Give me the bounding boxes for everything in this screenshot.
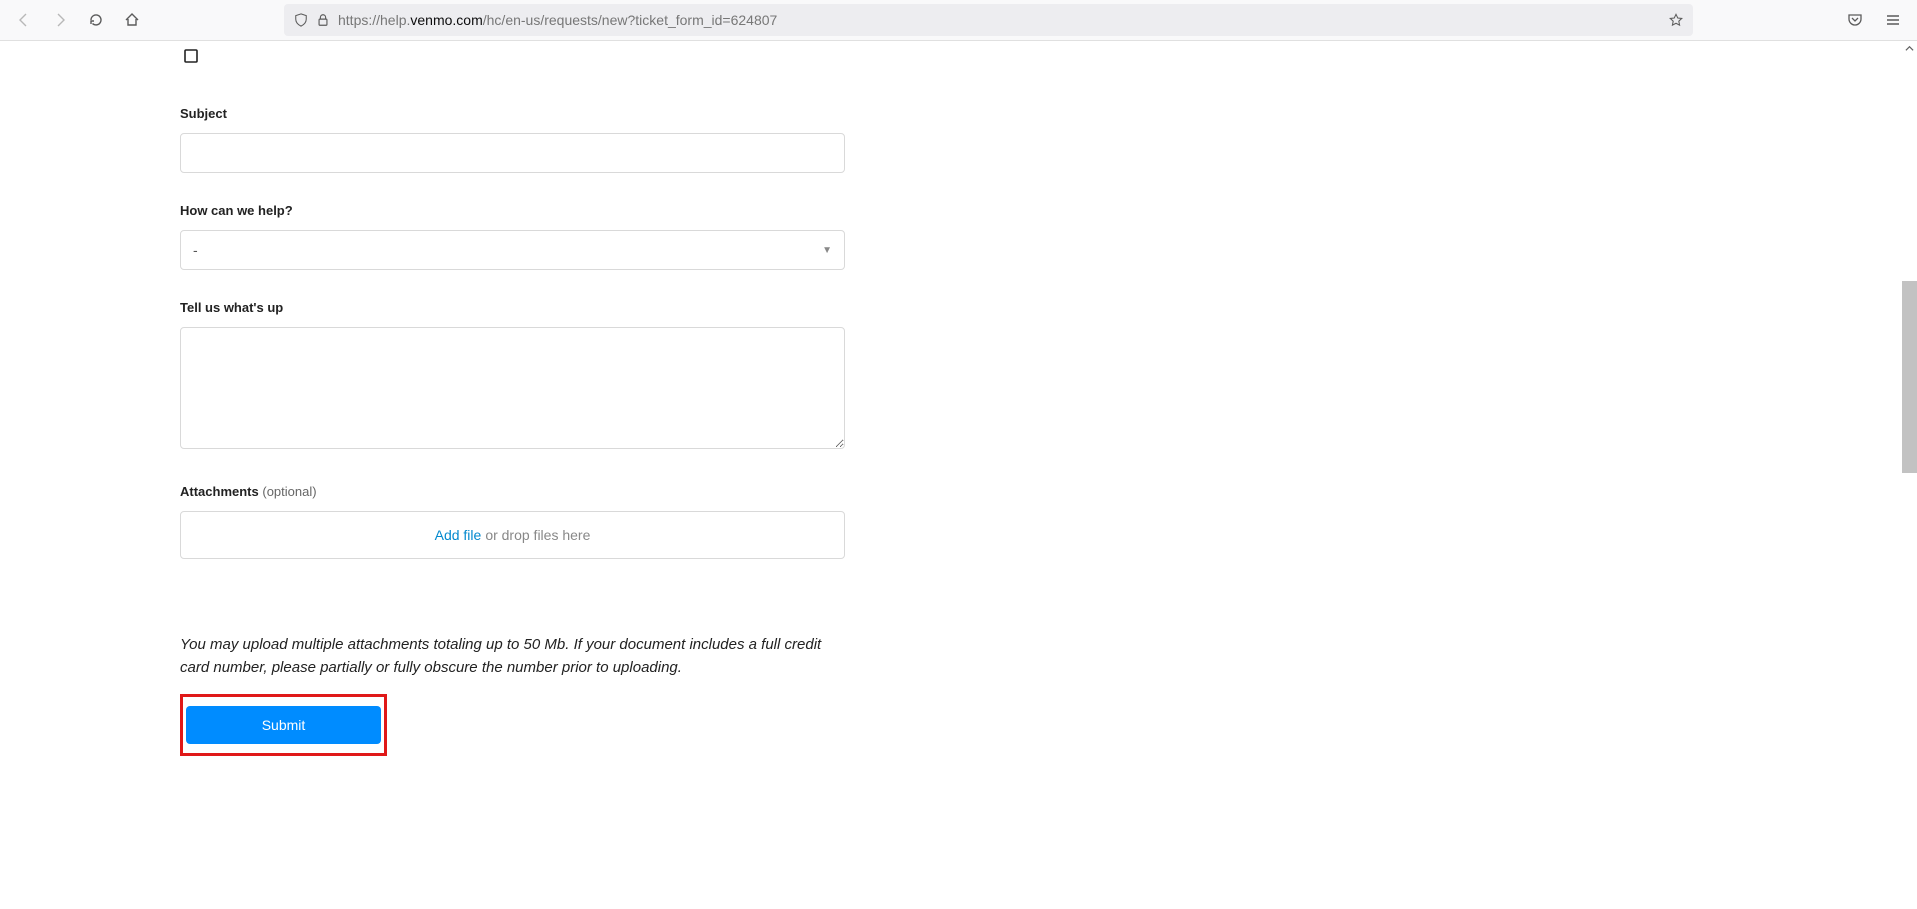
subject-label: Subject (180, 106, 845, 121)
reload-button[interactable] (82, 6, 110, 34)
attachments-field: Attachments (optional) Add file or drop … (180, 484, 845, 559)
checkbox-input[interactable] (184, 49, 198, 63)
toolbar-right (1841, 6, 1907, 34)
attachments-label: Attachments (optional) (180, 484, 845, 499)
submit-highlight-box: Submit (180, 694, 387, 756)
help-selected-value: - (193, 242, 198, 258)
pocket-icon[interactable] (1841, 6, 1869, 34)
upload-dropzone[interactable]: Add file or drop files here (180, 511, 845, 559)
subject-input[interactable] (180, 133, 845, 173)
upload-note: You may upload multiple attachments tota… (180, 633, 840, 680)
home-button[interactable] (118, 6, 146, 34)
lock-icon (316, 13, 330, 27)
help-field: How can we help? - ▼ (180, 203, 845, 270)
chevron-down-icon: ▼ (822, 245, 832, 256)
tellus-label: Tell us what's up (180, 300, 845, 315)
checkbox-row (184, 49, 845, 68)
url-text: https://help.venmo.com/hc/en-us/requests… (338, 12, 1661, 28)
subject-field: Subject (180, 106, 845, 173)
shield-icon (294, 13, 308, 27)
browser-toolbar: https://help.venmo.com/hc/en-us/requests… (0, 0, 1917, 41)
scrollbar-thumb[interactable] (1902, 281, 1917, 473)
tellus-field: Tell us what's up (180, 300, 845, 454)
drop-files-text: or drop files here (485, 527, 590, 543)
add-file-link[interactable]: Add file (435, 527, 482, 543)
menu-icon[interactable] (1879, 6, 1907, 34)
tellus-textarea[interactable] (180, 327, 845, 449)
request-form: Subject How can we help? - ▼ Tell us wha… (180, 41, 845, 756)
address-bar[interactable]: https://help.venmo.com/hc/en-us/requests… (284, 4, 1693, 36)
forward-button[interactable] (46, 6, 74, 34)
star-icon[interactable] (1669, 13, 1683, 27)
page-content: Subject How can we help? - ▼ Tell us wha… (0, 41, 1917, 909)
submit-button[interactable]: Submit (186, 706, 381, 744)
scroll-up-icon[interactable] (1902, 41, 1917, 56)
back-button[interactable] (10, 6, 38, 34)
help-select[interactable]: - ▼ (180, 230, 845, 270)
help-label: How can we help? (180, 203, 845, 218)
scrollbar[interactable] (1902, 41, 1917, 909)
